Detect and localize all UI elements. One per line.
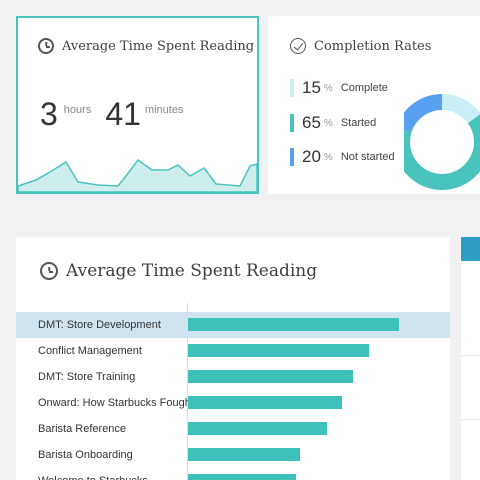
donut-slice-complete — [441, 94, 480, 124]
not-started-value: 20 — [302, 147, 321, 166]
started-swatch — [290, 114, 294, 132]
reading-time-card[interactable]: Average Time Spent Reading 3 hours 41 mi… — [16, 16, 259, 194]
bar-row[interactable]: Barista Onboarding — [16, 442, 450, 468]
stat-complete: 15 % Complete — [290, 78, 388, 98]
complete-pct: % — [323, 82, 333, 94]
bar-label: Barista Onboarding — [38, 449, 133, 461]
bar-label: Barista Reference — [38, 423, 127, 435]
stat-not-started: 20 % Not started — [290, 147, 395, 167]
completion-title: Completion Rates — [314, 38, 432, 54]
donut-slice-not-started — [404, 94, 443, 133]
bar-row[interactable]: Welcome to Starbucks — [16, 468, 450, 480]
bar — [188, 344, 370, 357]
completion-header: Completion Rates — [290, 38, 431, 54]
not-started-label: Not started — [340, 151, 395, 163]
started-value: 65 — [302, 113, 321, 132]
complete-value: 15 — [302, 78, 321, 97]
bar-label: Onward: How Starbucks Fought for Its Lif… — [38, 397, 188, 409]
stat-started: 65 % Started — [290, 113, 376, 133]
reading-sparkline — [18, 158, 257, 192]
reading-bar-chart: DMT: Store Development Conflict Managemen… — [16, 237, 450, 480]
side-panel-divider-2 — [461, 419, 480, 420]
donut-slice-started — [404, 114, 480, 190]
side-panel-divider — [461, 355, 480, 356]
check-circle-icon — [290, 38, 306, 54]
side-panel-card — [461, 237, 480, 480]
bar — [188, 370, 353, 383]
completion-donut — [404, 94, 480, 190]
bar — [188, 474, 296, 480]
reading-time-title: Average Time Spent Reading — [62, 38, 255, 54]
reading-time-value: 3 hours 41 minutes — [40, 96, 183, 133]
bar-label: Conflict Management — [38, 345, 142, 357]
bar-label: DMT: Store Development — [38, 319, 161, 331]
bar-row[interactable]: Conflict Management — [16, 338, 450, 364]
minutes-value: 41 — [105, 96, 141, 132]
bar-label: Welcome to Starbucks — [38, 468, 188, 480]
bar-label: DMT: Store Training — [38, 371, 136, 383]
complete-label: Complete — [340, 82, 388, 94]
not-started-pct: % — [323, 151, 333, 163]
bar-row[interactable]: DMT: Store Development — [16, 312, 450, 338]
bar — [188, 422, 328, 435]
not-started-swatch — [290, 148, 294, 166]
minutes-unit: minutes — [144, 104, 184, 116]
bar — [188, 448, 300, 461]
clock-icon — [38, 38, 54, 54]
reading-time-header: Average Time Spent Reading — [38, 38, 254, 54]
bar — [188, 318, 399, 331]
started-pct: % — [323, 117, 333, 129]
started-label: Started — [340, 117, 377, 129]
bar — [188, 396, 343, 409]
bar-row[interactable]: DMT: Store Training — [16, 364, 450, 390]
side-panel-header — [461, 237, 480, 261]
hours-unit: hours — [63, 104, 92, 116]
completion-card: Completion Rates 15 % Complete 65 % Star… — [268, 16, 480, 194]
hours-value: 3 — [40, 96, 58, 132]
bar-row[interactable]: Onward: How Starbucks Fought for Its Lif… — [16, 390, 450, 416]
bar-row[interactable]: Barista Reference — [16, 416, 450, 442]
complete-swatch — [290, 79, 294, 97]
reading-detail-card: Average Time Spent Reading DMT: Store De… — [16, 237, 450, 480]
